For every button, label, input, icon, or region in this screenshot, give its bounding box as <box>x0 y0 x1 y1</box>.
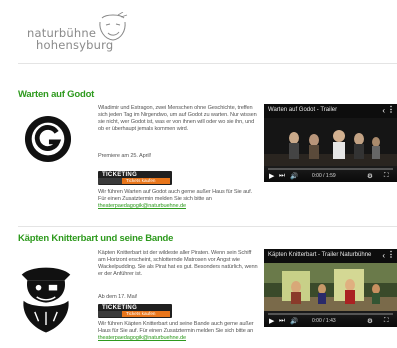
booking-note-text: Wir führen Warten auf Godot auch gerne a… <box>98 189 253 203</box>
video-thumbnail <box>264 263 397 311</box>
booking-email-link[interactable]: theaterpaedagogik@naturbuehne.de <box>98 203 186 209</box>
show-description: Käpten Knitterbart ist der wildeste alle… <box>98 250 258 278</box>
play-icon[interactable]: ▶ <box>269 317 274 325</box>
show-title-godot: Warten auf Godot <box>18 89 95 100</box>
divider <box>18 63 397 64</box>
fullscreen-icon[interactable]: ⛶ <box>384 317 389 325</box>
booking-note-text: Wir führen Käpten Knitterbart und seine … <box>98 321 254 335</box>
video-controls: ▶ ⏭ 🔊 0:00 / 1:43 ⚙ ⛶ <box>264 311 397 327</box>
video-player-godot[interactable]: Warten auf Godot - Trailer ‹ ⋮ ▶ ⏭ 🔊 0:0… <box>264 104 397 182</box>
premiere-date: Ab dem 17. Mai! <box>98 294 138 300</box>
volume-icon[interactable]: 🔊 <box>290 172 298 180</box>
buy-tickets-label: Tickets kaufen <box>122 311 170 317</box>
skip-next-icon[interactable]: ⏭ <box>279 317 285 325</box>
ticketing-button[interactable]: TICKETING Tickets kaufen <box>98 171 172 185</box>
booking-email-link[interactable]: theaterpaedagogik@naturbuehne.de <box>98 335 186 341</box>
share-icon[interactable]: ‹ <box>382 251 385 260</box>
booking-note: Wir führen Käpten Knitterbart und seine … <box>98 321 258 342</box>
skip-next-icon[interactable]: ⏭ <box>279 172 285 180</box>
gear-icon[interactable]: ⚙ <box>367 172 373 180</box>
premiere-date: Premiere am 25. April! <box>98 153 152 159</box>
progress-bar[interactable] <box>268 168 393 170</box>
video-controls: ▶ ⏭ 🔊 0:00 / 1:59 ⚙ ⛶ <box>264 166 397 182</box>
godot-logo-icon <box>24 115 72 163</box>
buy-tickets-label: Tickets kaufen <box>122 178 170 184</box>
video-player-knitterbart[interactable]: Käpten Knitterbart - Trailer Naturbühne … <box>264 249 397 327</box>
booking-note: Wir führen Warten auf Godot auch gerne a… <box>98 189 258 210</box>
more-icon[interactable]: ⋮ <box>387 250 395 259</box>
ticketing-button[interactable]: TICKETING Tickets kaufen <box>98 304 172 318</box>
divider <box>18 226 397 227</box>
volume-icon[interactable]: 🔊 <box>290 317 298 325</box>
progress-bar[interactable] <box>268 313 393 315</box>
gear-icon[interactable]: ⚙ <box>367 317 373 325</box>
show-description: Wladimir und Estragon, zwei Menschen ohn… <box>98 105 257 133</box>
video-time: 0:00 / 1:43 <box>312 318 336 324</box>
ticket-stripe <box>98 311 122 317</box>
pirate-logo-icon <box>21 267 71 333</box>
video-time: 0:00 / 1:59 <box>312 173 336 179</box>
video-title: Warten auf Godot - Trailer <box>268 107 338 113</box>
ticket-stripe <box>98 178 122 184</box>
video-title: Käpten Knitterbart - Trailer Naturbühne <box>268 252 372 258</box>
play-icon[interactable]: ▶ <box>269 172 274 180</box>
show-title-knitterbart: Käpten Knitterbart und seine Bande <box>18 233 174 244</box>
fullscreen-icon[interactable]: ⛶ <box>384 172 389 180</box>
more-icon[interactable]: ⋮ <box>387 105 395 114</box>
logo-face-icon[interactable] <box>96 12 130 42</box>
video-thumbnail <box>264 118 397 166</box>
site-header: naturbühne hohensyburg <box>0 0 397 62</box>
share-icon[interactable]: ‹ <box>382 106 385 115</box>
